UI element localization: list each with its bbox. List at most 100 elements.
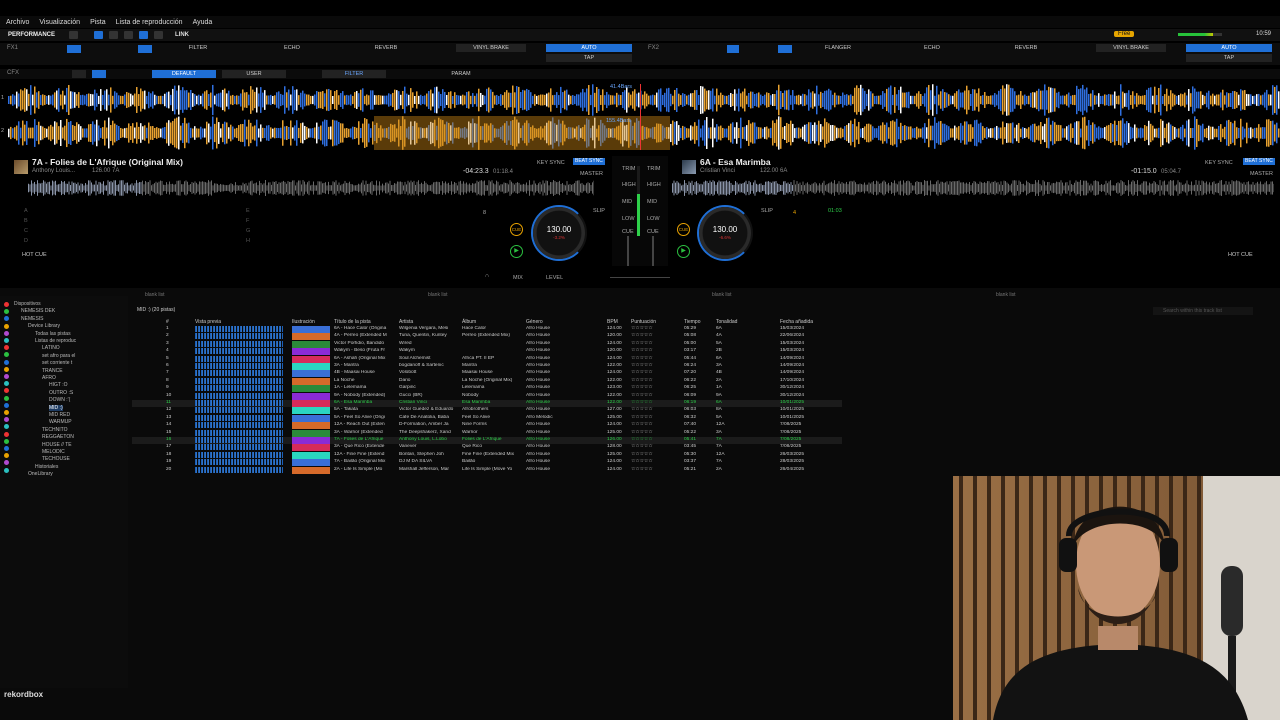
tree-item[interactable]: TRANCE: [42, 368, 63, 374]
sidebar-tool-icon[interactable]: [4, 402, 9, 408]
column-header[interactable]: Fecha añadida: [780, 319, 813, 325]
mode-selector[interactable]: PERFORMANCE: [8, 32, 55, 38]
fx2-auto-button[interactable]: AUTO: [1186, 44, 1272, 52]
column-header[interactable]: Puntuación: [631, 319, 656, 325]
sidebar-tool-icon[interactable]: [4, 381, 9, 387]
track-preview-waveform[interactable]: [195, 355, 283, 362]
tree-item[interactable]: Historiales: [35, 464, 58, 470]
menu-archivo[interactable]: Archivo: [6, 19, 29, 26]
deck1-pad-c[interactable]: C: [24, 228, 28, 234]
channel-1-fader[interactable]: [627, 236, 629, 266]
track-preview-waveform[interactable]: [195, 333, 283, 340]
pane-4-title[interactable]: blank list: [996, 292, 1015, 300]
tree-item[interactable]: NEMESIS: [21, 316, 44, 322]
sidebar-tool-icon[interactable]: [4, 330, 9, 336]
deck1-overview-waveform[interactable]: [28, 180, 594, 196]
deck1-jog-wheel[interactable]: 130.00 -3.2%: [533, 207, 585, 259]
pane-1-title[interactable]: blank list: [145, 292, 164, 300]
cfx-add-button[interactable]: [92, 70, 106, 78]
deck-view-icon[interactable]: [94, 31, 104, 39]
deck1-slip-button[interactable]: SLIP: [593, 208, 605, 214]
tree-item[interactable]: HIGT :O: [49, 382, 68, 388]
track-preview-waveform[interactable]: [195, 466, 283, 473]
deck2-overview-waveform[interactable]: [672, 180, 1274, 196]
tree-item[interactable]: TECHNITO: [42, 427, 67, 433]
deck1-beat-sync[interactable]: BEAT SYNC: [573, 158, 605, 165]
deck1-key-sync[interactable]: KEY SYNC: [537, 160, 565, 166]
mixer-mid-2[interactable]: MID: [647, 199, 657, 205]
table-row[interactable]: 4 Wakym - Beso (Fruta Fr Wakym Afro House 12…: [132, 348, 842, 356]
table-row[interactable]: 15 3A - Warrior (Extended The Deepshakerz,…: [132, 429, 842, 437]
deck2-beat-sync[interactable]: BEAT SYNC: [1243, 158, 1275, 165]
menu-lista-reproduccion[interactable]: Lista de reproducción: [116, 19, 183, 26]
column-header[interactable]: BPM: [607, 319, 618, 325]
menu-ayuda[interactable]: Ayuda: [193, 19, 213, 26]
deck1-pad-a[interactable]: A: [24, 208, 28, 214]
track-preview-waveform[interactable]: [195, 459, 283, 466]
fx1-beat-1[interactable]: [67, 45, 81, 53]
track-preview-waveform[interactable]: [195, 392, 283, 399]
sidebar-tool-icon[interactable]: [4, 323, 9, 329]
tree-item[interactable]: TECHOUSE: [42, 456, 70, 462]
table-row[interactable]: 7 4B - Maasai House Volobott Maasai House Af…: [132, 370, 842, 378]
column-header[interactable]: Tiempo: [684, 319, 701, 325]
deck2-cue-button[interactable]: CUE: [677, 223, 690, 236]
sidebar-tool-icon[interactable]: [4, 467, 9, 473]
tree-item[interactable]: Device Library: [28, 323, 60, 329]
table-row[interactable]: 20 2A - Life Is Simple (Mo Marshall Jeffer…: [132, 466, 842, 474]
sidebar-tool-icon[interactable]: [4, 338, 9, 343]
cfx-filter-button[interactable]: FILTER: [322, 70, 386, 78]
track-preview-waveform[interactable]: [195, 407, 283, 414]
sidebar-tool-icon[interactable]: [4, 316, 9, 322]
deck1-pad-e[interactable]: E: [246, 208, 250, 214]
sidebar-tool-icon[interactable]: [4, 431, 9, 437]
track-preview-waveform[interactable]: [195, 340, 283, 347]
sidebar-tool-icon[interactable]: [4, 345, 9, 351]
column-header[interactable]: Género: [526, 319, 543, 325]
search-input[interactable]: Search within this track list: [1153, 307, 1253, 315]
cfx-tab-default[interactable]: DEFAULT: [152, 70, 216, 78]
table-row[interactable]: 3 Victor Porfidio, Bandido Wired Afro House…: [132, 340, 842, 348]
mixer-trim-1[interactable]: TRIM: [622, 166, 635, 172]
table-row[interactable]: 2 4A - Perreo (Extended M Tuna, Quentin, K…: [132, 333, 842, 341]
fx2-slot-3[interactable]: REVERB: [1008, 44, 1044, 52]
deck2-master[interactable]: MASTER: [1250, 171, 1273, 177]
mixer-low-2[interactable]: LOW: [647, 216, 660, 222]
tree-item[interactable]: OUTRO :S: [49, 390, 73, 396]
sidebar-tool-icon[interactable]: [4, 359, 9, 365]
tree-item[interactable]: Dispositivos: [14, 301, 41, 307]
channel-2-fader[interactable]: [652, 236, 654, 266]
deck2-hot-cue-dropdown[interactable]: HOT CUE: [1228, 252, 1253, 258]
browser-view-icon[interactable]: [124, 31, 134, 39]
table-row[interactable]: 11 6A - Esa Marimba Cristian Vinci Esa Mari…: [132, 400, 842, 408]
tree-item[interactable]: REGGAETON: [42, 434, 74, 440]
tree-item[interactable]: Listas de reproduc: [35, 338, 76, 344]
mixer-view-icon[interactable]: [139, 31, 149, 39]
deck1-zoom-waveform[interactable]: [8, 84, 1280, 116]
deck1-play-button[interactable]: ▶: [510, 245, 523, 258]
table-row[interactable]: 8 La Noche Dario La Noche (Original Mix) Afr…: [132, 377, 842, 385]
mixer-low-1[interactable]: LOW: [622, 216, 635, 222]
tree-item[interactable]: HOUSE // TE: [42, 442, 72, 448]
sidebar-tool-icon[interactable]: [4, 352, 9, 358]
deck1-hot-cue-dropdown[interactable]: HOT CUE: [22, 252, 47, 258]
tree-item[interactable]: DOWN :'(: [49, 397, 70, 403]
grid-view-icon[interactable]: [109, 31, 119, 39]
deck1-cue-button[interactable]: CUE: [510, 223, 523, 236]
tree-item[interactable]: MID RED: [49, 412, 70, 418]
sidebar-tool-icon[interactable]: [4, 309, 9, 315]
fx1-slot-3[interactable]: REVERB: [368, 44, 404, 52]
column-header[interactable]: Vista previa: [195, 319, 221, 325]
menu-pista[interactable]: Pista: [90, 19, 106, 26]
sidebar-tool-icon[interactable]: [4, 410, 9, 415]
deck1-pad-g[interactable]: G: [246, 228, 250, 234]
sidebar-tool-icon[interactable]: [4, 395, 9, 401]
track-preview-waveform[interactable]: [195, 326, 283, 332]
sidebar-tool-icon[interactable]: [4, 424, 9, 430]
fx2-slot-4[interactable]: VINYL BRAKE: [1096, 44, 1166, 52]
deck2-slip-button[interactable]: SLIP: [761, 208, 773, 214]
mixer-trim-2[interactable]: TRIM: [647, 166, 660, 172]
table-row[interactable]: 12 5A - Takata Victor Guédez & Eduardo Afro…: [132, 407, 842, 415]
cfx-tab-user[interactable]: USER: [222, 70, 286, 78]
table-row[interactable]: 16 7A - Folies de L'Afrique Anthony Louis,…: [132, 437, 842, 445]
